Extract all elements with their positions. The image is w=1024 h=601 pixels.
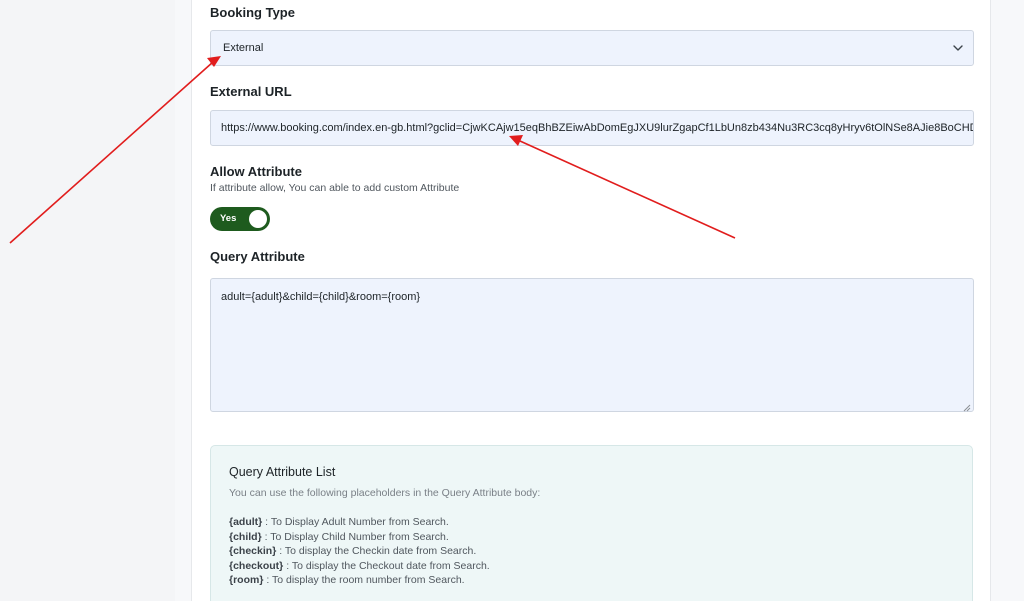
- left-gutter: [0, 0, 175, 601]
- placeholder-key: {room}: [229, 574, 264, 587]
- query-attribute-list-title: Query Attribute List: [229, 465, 336, 479]
- placeholder-desc: : To display the room number from Search…: [263, 574, 465, 587]
- booking-type-label: Booking Type: [210, 5, 295, 20]
- placeholder-key: {child}: [229, 530, 262, 543]
- list-item: {checkin} : To display the Checkin date …: [229, 544, 490, 559]
- booking-type-selected-value: External: [223, 42, 264, 54]
- placeholder-desc: : To Display Child Number from Search.: [261, 530, 449, 543]
- placeholder-desc: : To Display Adult Number from Search.: [262, 516, 449, 528]
- external-url-value: https://www.booking.com/index.en-gb.html…: [221, 122, 974, 134]
- query-attribute-textarea[interactable]: adult={adult}&child={child}&room={room}: [210, 278, 974, 412]
- allow-attribute-help: If attribute allow, You can able to add …: [210, 182, 460, 194]
- query-attribute-list-box: Query Attribute List You can use the fol…: [210, 445, 973, 601]
- query-attribute-label: Query Attribute: [210, 249, 305, 264]
- external-url-input[interactable]: https://www.booking.com/index.en-gb.html…: [210, 110, 974, 146]
- list-item: {child} : To Display Child Number from S…: [229, 530, 490, 545]
- placeholder-desc: : To display the Checkout date from Sear…: [283, 559, 490, 572]
- chevron-down-icon: [951, 31, 965, 65]
- allow-attribute-toggle[interactable]: Yes: [210, 207, 270, 231]
- resize-grip-icon[interactable]: [963, 401, 971, 412]
- query-attribute-value: adult={adult}&child={child}&room={room}: [221, 291, 421, 303]
- placeholder-list: {adult} : To Display Adult Number from S…: [229, 515, 490, 588]
- list-item: {room} : To display the room number from…: [229, 573, 490, 588]
- placeholder-key: {checkin}: [229, 545, 277, 558]
- query-attribute-list-description: You can use the following placeholders i…: [229, 487, 541, 499]
- toggle-knob: [249, 210, 267, 228]
- placeholder-key: {adult}: [229, 516, 263, 528]
- placeholder-key: {checkout}: [229, 559, 284, 572]
- list-item: {adult} : To Display Adult Number from S…: [229, 515, 490, 530]
- allow-attribute-label: Allow Attribute: [210, 164, 302, 179]
- toggle-state-label: Yes: [220, 213, 237, 224]
- list-item: {checkout} : To display the Checkout dat…: [229, 559, 490, 574]
- placeholder-desc: : To display the Checkin date from Searc…: [276, 545, 477, 558]
- external-url-label: External URL: [210, 84, 292, 99]
- booking-type-select[interactable]: External: [210, 30, 974, 66]
